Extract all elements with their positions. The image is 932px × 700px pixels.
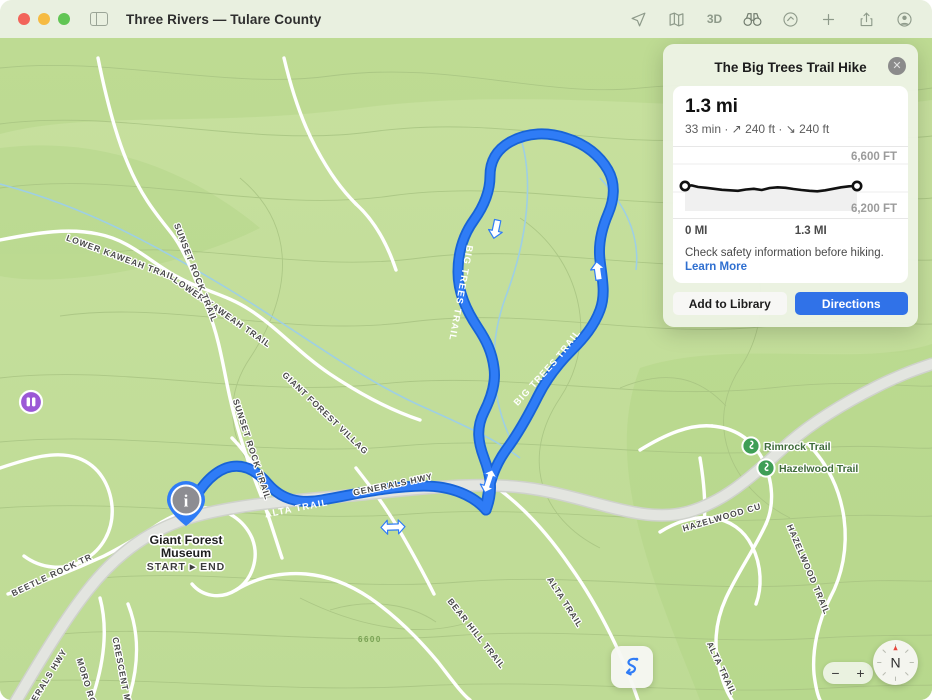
restroom-marker (18, 389, 44, 415)
three-d-icon[interactable]: 3D (705, 10, 724, 29)
location-arrow-icon[interactable] (629, 10, 648, 29)
traffic-lights (18, 13, 70, 25)
elevation-max-label: 6,600 FT (850, 151, 897, 163)
close-icon[interactable]: ✕ (888, 57, 906, 75)
directions-button[interactable]: Directions (794, 292, 908, 315)
sidebar-toggle-icon[interactable] (90, 12, 108, 26)
card-actions: Add to Library Directions (673, 292, 908, 315)
compass-refresh-icon[interactable] (781, 10, 800, 29)
compass-control[interactable]: N (873, 640, 918, 685)
minimize-window-button[interactable] (38, 13, 50, 25)
svg-text:Museum: Museum (161, 546, 211, 560)
binoculars-icon[interactable] (743, 10, 762, 29)
card-header: The Big Trees Trail Hike ✕ (673, 54, 908, 80)
elevation-min-label: 6,200 FT (850, 203, 897, 215)
card-body: 1.3 mi 33 min · ↗ 240 ft · ↘ 240 ft 6,60… (673, 86, 908, 283)
svg-text:START ▸ END: START ▸ END (147, 561, 226, 573)
titlebar: Three Rivers — Tulare County 3D (0, 0, 932, 38)
zoom-out-button[interactable]: − (831, 666, 839, 680)
route-overview-button[interactable] (611, 646, 653, 688)
poi-label: Hazelwood Trail (779, 463, 858, 475)
zoom-controls: − + (823, 662, 873, 684)
poi-label: Rimrock Trail (764, 441, 831, 453)
distance-value: 1.3 mi (685, 96, 738, 117)
safety-notice: Check safety information before hiking. … (673, 241, 908, 283)
zoom-in-button[interactable]: + (856, 666, 864, 680)
learn-more-link[interactable]: Learn More (685, 261, 896, 273)
toolbar: 3D (629, 10, 920, 29)
trail-stats: 1.3 mi 33 min · ↗ 240 ft · ↘ 240 ft (673, 86, 908, 146)
page-title: Three Rivers — Tulare County (126, 11, 322, 27)
add-to-library-button[interactable]: Add to Library (673, 292, 787, 315)
compass-north-label: N (890, 654, 900, 670)
axis-start-label: 0 MI (685, 225, 708, 237)
close-window-button[interactable] (18, 13, 30, 25)
safety-text: Check safety information before hiking. (685, 247, 884, 259)
zoom-window-button[interactable] (58, 13, 70, 25)
contour-label: 6600 (358, 635, 382, 644)
svg-text:i: i (184, 492, 189, 511)
axis-end-label: 1.3 MI (794, 225, 827, 237)
elevation-chart: 6,600 FT 6,200 FT (673, 146, 908, 218)
share-icon[interactable] (857, 10, 876, 29)
account-icon[interactable] (895, 10, 914, 29)
svg-text:Giant Forest: Giant Forest (150, 533, 223, 547)
trail-summary: 33 min · ↗ 240 ft · ↘ 240 ft (685, 122, 830, 136)
add-icon[interactable] (819, 10, 838, 29)
distance-axis: 0 MI 1.3 MI (673, 218, 908, 241)
maps-window: Three Rivers — Tulare County 3D 6600 BIG… (0, 0, 932, 700)
card-title: The Big Trees Trail Hike (714, 59, 867, 75)
trail-info-card: The Big Trees Trail Hike ✕ 1.3 mi 33 min… (663, 44, 918, 327)
map-book-icon[interactable] (667, 10, 686, 29)
